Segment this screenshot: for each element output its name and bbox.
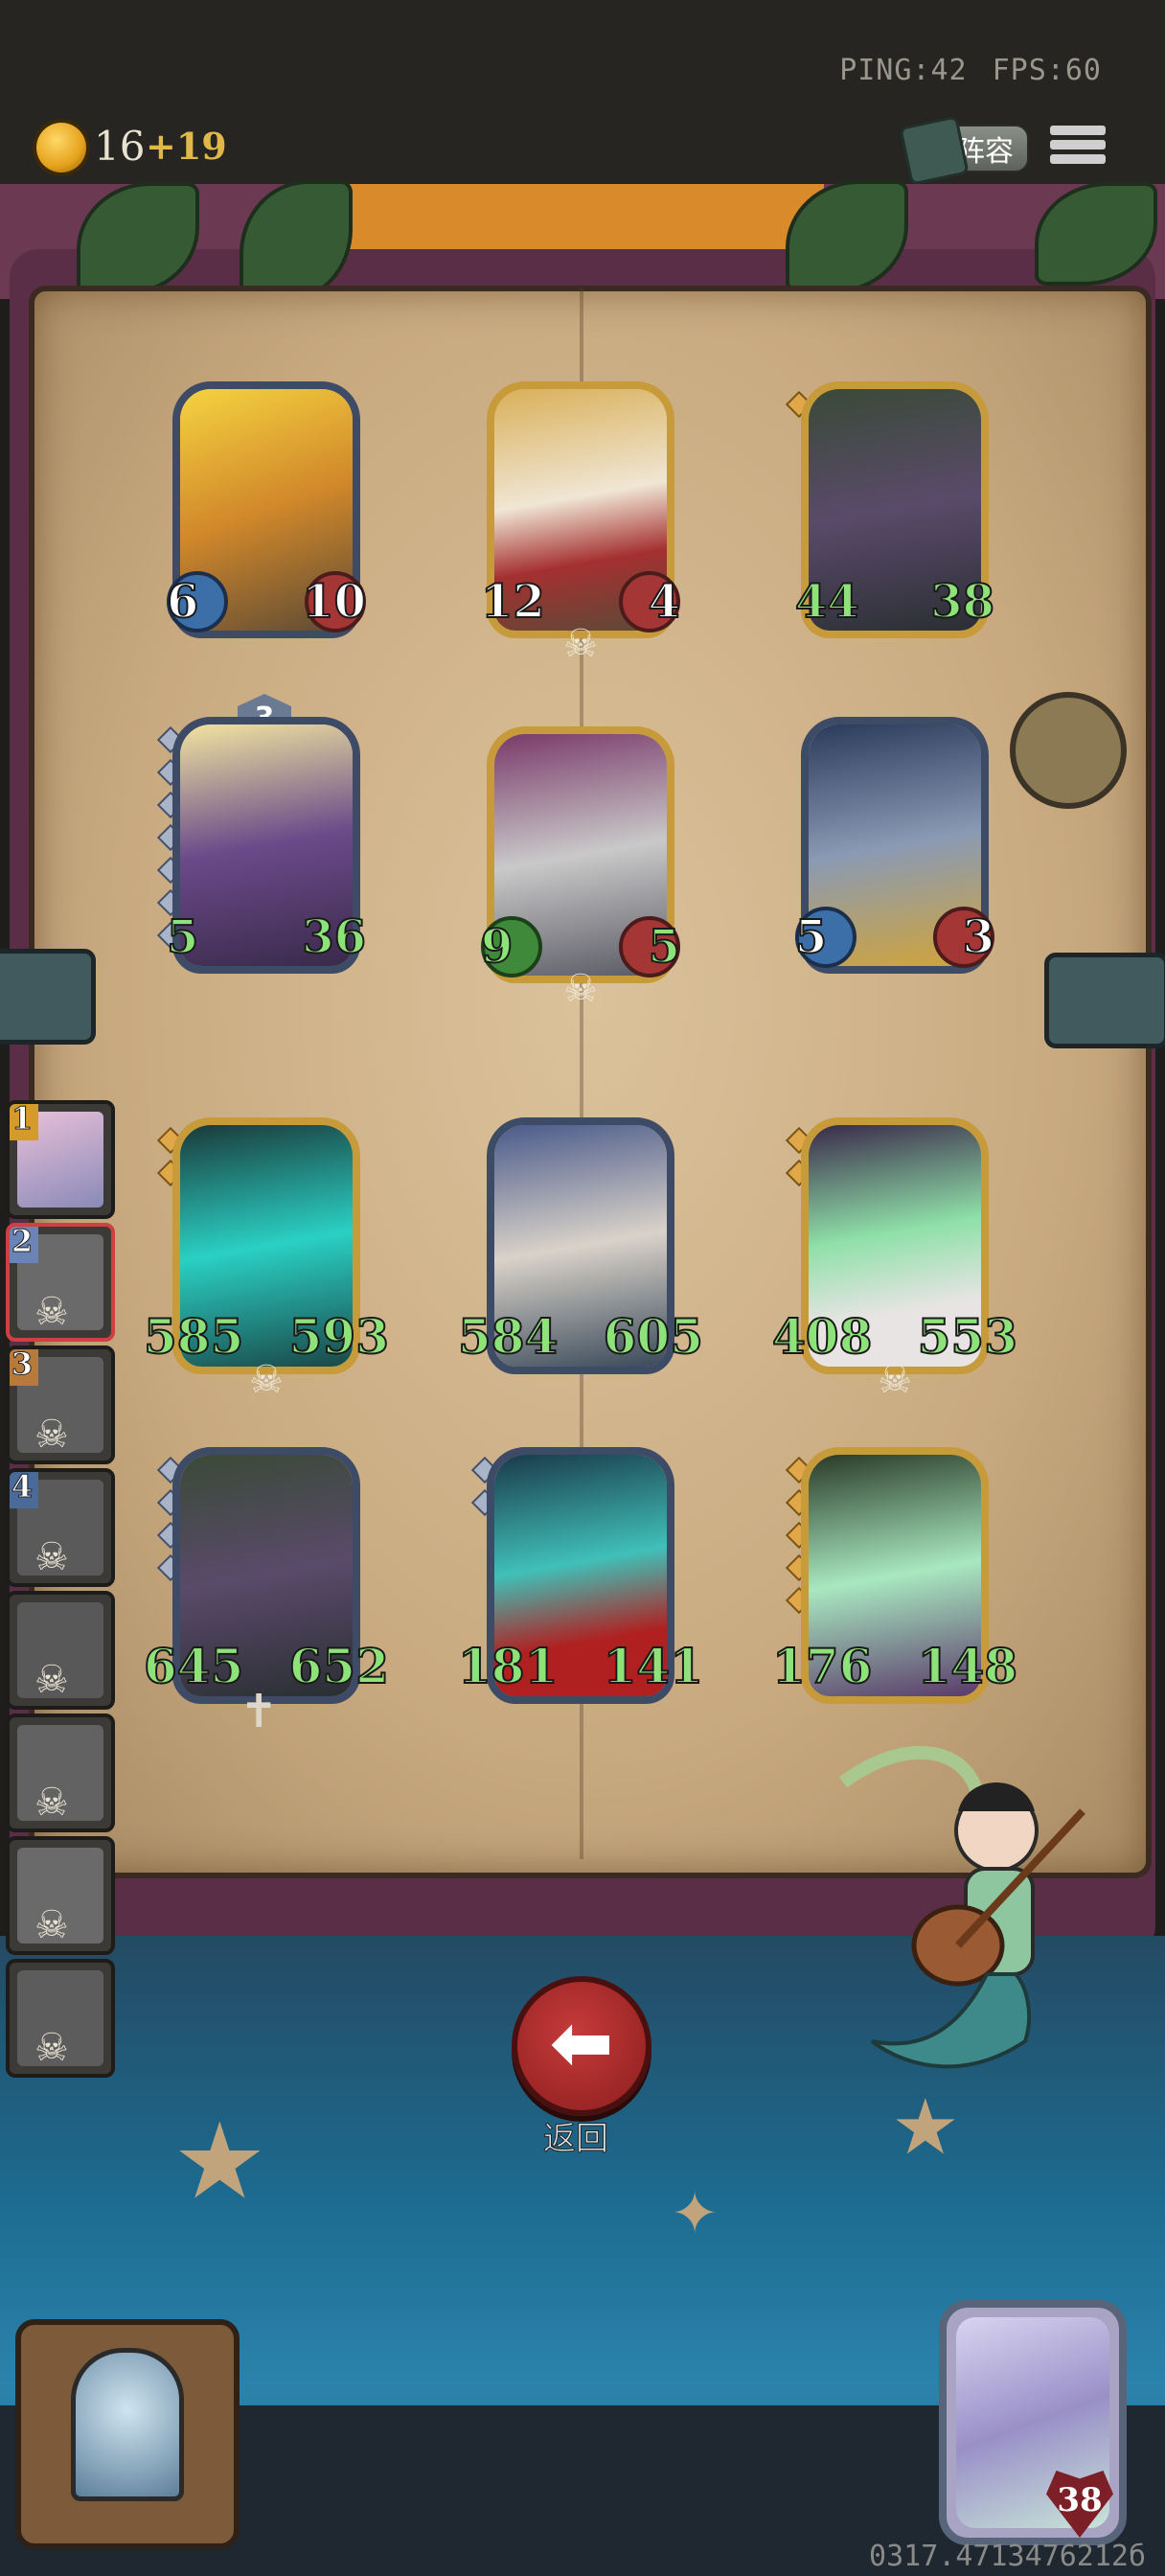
gold-count: 16 (94, 123, 146, 170)
star-decoration: ★ (172, 2100, 267, 2222)
attack-value: 9 (480, 919, 514, 975)
unit-card[interactable]: 585 593 ☠ (143, 1117, 390, 1402)
health-value: 553 (917, 1307, 1018, 1366)
unit-card[interactable]: 44 38 (785, 381, 995, 638)
unit-card[interactable]: 408 553 ☠ (771, 1117, 1018, 1402)
health-value: 3 (962, 909, 995, 965)
attack-value: 585 (143, 1307, 244, 1366)
lineup-book-icon (899, 115, 970, 186)
network-stats: PING:42 FPS:60 (814, 54, 1102, 87)
arrow-left-icon: ⬅ (549, 1998, 614, 2087)
attack-value: 6 (166, 574, 199, 630)
tavern-window-icon (71, 2348, 184, 2501)
skull-icon: ☠ (563, 622, 598, 666)
rank-number: 3 (10, 1349, 38, 1386)
skull-icon: ☠ (878, 1358, 912, 1402)
star-decoration: ✦ (671, 2180, 720, 2247)
health-value: 10 (301, 574, 367, 630)
unit-card[interactable]: 6 10 (166, 381, 367, 638)
health-value: 5 (648, 919, 681, 975)
health-value: 148 (917, 1637, 1018, 1695)
skull-icon: ☠ (34, 1903, 69, 1947)
skull-icon: ☠ (34, 1535, 69, 1579)
opponent-slot[interactable]: ☠ (6, 1714, 115, 1832)
unit-card[interactable]: 9 5 ☠ (480, 726, 681, 1011)
opponent-slot[interactable]: ☠ (6, 1959, 115, 2078)
skull-icon: ☠ (34, 2026, 69, 2070)
skull-icon: ☠ (34, 1413, 69, 1457)
scarecrow-token-icon[interactable] (1010, 692, 1127, 809)
skull-icon: ☠ (34, 1658, 69, 1702)
attack-value: 181 (457, 1637, 559, 1695)
opponent-slot[interactable]: ☠ (6, 1836, 115, 1955)
unit-card[interactable]: 645 652 ✝ (143, 1447, 390, 1738)
health-value: 38 (929, 574, 995, 630)
mermaid-character (805, 1725, 1121, 2108)
unit-card[interactable]: 584 605 (457, 1117, 704, 1374)
opponent-slot[interactable]: 4 ☠ (6, 1468, 115, 1587)
unit-card[interactable]: 181 141 (457, 1447, 704, 1704)
lineup-button[interactable]: 阵容 (899, 115, 1029, 186)
attack-value: 645 (143, 1637, 244, 1695)
health-value: 141 (603, 1637, 704, 1695)
attack-value: 408 (771, 1307, 873, 1366)
opponent-slot[interactable]: ☠ (6, 1591, 115, 1710)
unit-card[interactable]: 5 3 (794, 717, 995, 974)
unit-card[interactable]: 176 148 (771, 1447, 1018, 1704)
rank-number: 4 (10, 1472, 38, 1508)
attack-value: 44 (794, 574, 860, 630)
attack-value: 176 (771, 1637, 873, 1695)
health-value: 4 (648, 574, 681, 630)
opponent-slot[interactable]: 2 ☠ (6, 1223, 115, 1342)
attack-value: 5 (166, 909, 199, 965)
skull-icon: ☠ (34, 1781, 69, 1825)
menu-icon[interactable] (1050, 121, 1106, 172)
ping-readout: PING:42 (839, 54, 968, 87)
attack-value: 12 (480, 574, 546, 630)
unit-card[interactable]: 12 4 ☠ (480, 381, 681, 666)
health-value: 593 (288, 1307, 390, 1366)
tombstone-icon: ✝ (240, 1685, 279, 1738)
gold-income: +19 (146, 125, 227, 168)
opponent-slot[interactable]: 3 ☠ (6, 1346, 115, 1464)
skull-icon: ☠ (34, 1290, 69, 1334)
health-value: 605 (603, 1307, 704, 1366)
book-clasp-left (0, 949, 96, 1045)
health-value: 36 (301, 909, 367, 965)
rank-number: 2 (10, 1227, 38, 1263)
opponent-slot[interactable]: 1 (6, 1100, 115, 1219)
tavern-button[interactable] (15, 2319, 240, 2549)
attack-value: 584 (457, 1307, 559, 1366)
game-seed: 0317.4713476212б (869, 2540, 1146, 2573)
health-value: 652 (288, 1637, 390, 1695)
back-button[interactable]: ⬅ (512, 1976, 651, 2116)
skull-icon: ☠ (249, 1358, 284, 1402)
attack-value: 5 (794, 909, 828, 965)
gold-coin-icon (36, 123, 86, 172)
back-button-label: 返回 (543, 2120, 609, 2159)
fps-readout: FPS:60 (992, 54, 1102, 87)
skull-icon: ☠ (563, 967, 598, 1011)
book-clasp-right (1044, 953, 1165, 1048)
unit-card[interactable]: 3 5 36 (156, 694, 367, 974)
rank-number: 1 (10, 1104, 38, 1140)
